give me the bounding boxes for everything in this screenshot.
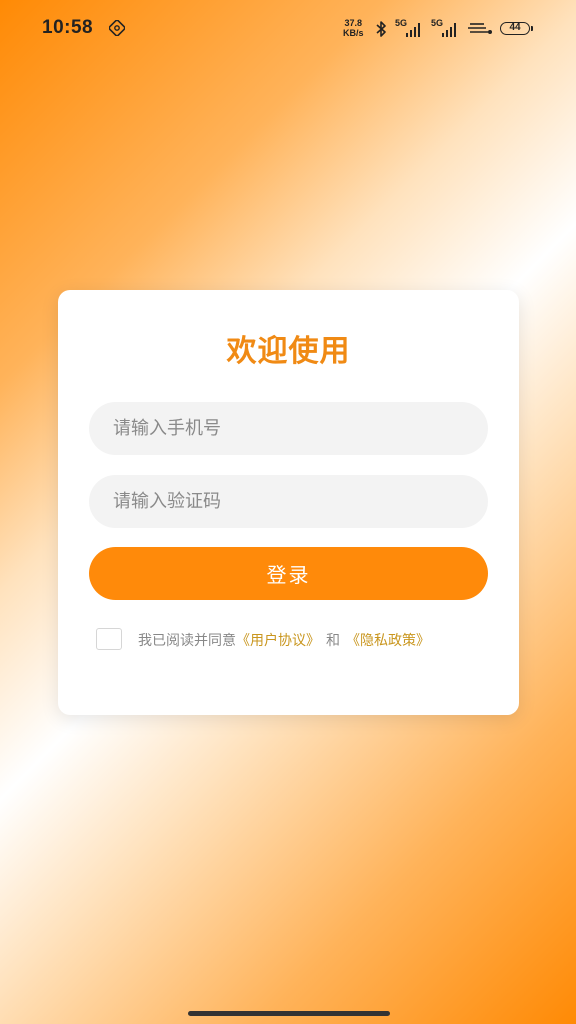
verification-code-input[interactable] (89, 475, 488, 528)
home-indicator[interactable] (188, 1011, 390, 1016)
network-speed-unit: KB/s (343, 28, 364, 38)
and-text: 和 (326, 633, 340, 649)
agreement-prefix: 我已阅读并同意 (138, 633, 236, 649)
signal2-label: 5G (431, 18, 443, 28)
nfc-icon (109, 20, 125, 36)
signal-icon: 5G (431, 18, 456, 37)
signal-icon: 5G (395, 18, 420, 37)
login-card: 欢迎使用 登录 我已阅读并同意《用户协议》和《隐私政策》 (58, 290, 519, 715)
user-agreement-link[interactable]: 《用户协议》 (236, 633, 320, 649)
welcome-title: 欢迎使用 (226, 334, 351, 369)
agreement-text: 我已阅读并同意《用户协议》和《隐私政策》 (138, 630, 430, 650)
agreement-row: 我已阅读并同意《用户协议》和《隐私政策》 (96, 628, 496, 652)
battery-icon: 44 (500, 22, 530, 35)
network-speed: 37.8 KB/s (343, 18, 364, 38)
network-speed-value: 37.8 (344, 18, 363, 28)
login-button[interactable]: 登录 (89, 547, 488, 600)
battery-tip (531, 26, 533, 31)
agree-checkbox[interactable] (96, 628, 122, 650)
privacy-policy-link[interactable]: 《隐私政策》 (346, 633, 430, 649)
bluetooth-icon (376, 21, 386, 37)
wifi-icon (468, 23, 492, 34)
signal1-label: 5G (395, 18, 407, 28)
status-bar: 10:58 37.8 KB/s 5G 5G 44 (0, 0, 576, 58)
status-time: 10:58 (42, 17, 94, 38)
phone-input[interactable] (89, 402, 488, 455)
